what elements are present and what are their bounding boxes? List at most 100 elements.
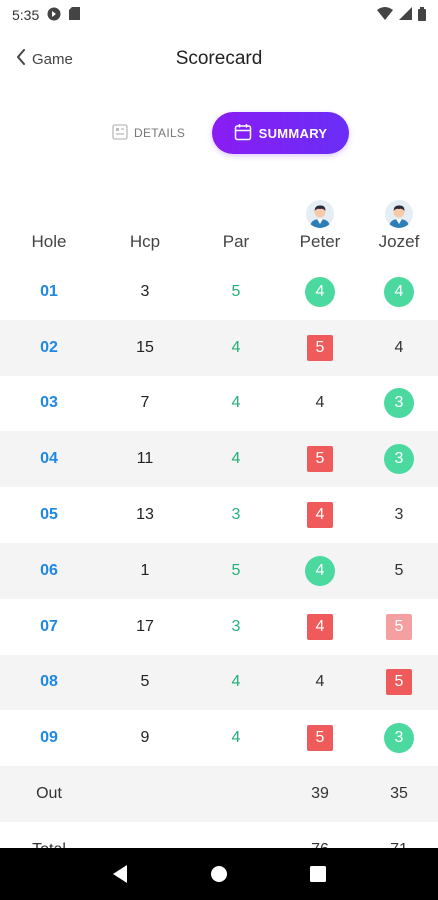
hole-par: 3: [231, 506, 241, 524]
total-row: Out 39 35: [0, 766, 438, 822]
hole-par: 4: [231, 729, 241, 747]
score-marker-bogey: 5: [307, 725, 333, 752]
hole-number: 03: [40, 394, 58, 412]
col-header-hole: Hole: [31, 232, 67, 251]
score-marker-bogey: 5: [307, 446, 333, 473]
hole-number: 07: [40, 617, 58, 635]
score-jozef: 3: [394, 506, 404, 524]
table-row[interactable]: 09 9 4 5 3: [0, 710, 438, 766]
table-row[interactable]: 05 13 3 4 3: [0, 487, 438, 543]
tab-summary-label: SUMMARY: [258, 125, 328, 141]
hole-hcp: 3: [140, 282, 150, 300]
back-button[interactable]: Game: [16, 49, 73, 69]
nav-back-button[interactable]: [100, 854, 140, 894]
table-row[interactable]: 03 7 4 4 3: [0, 376, 438, 432]
hole-par: 5: [231, 282, 241, 300]
score-jozef: 3: [384, 388, 414, 419]
score-marker-birdie: 3: [384, 444, 414, 475]
hole-hcp: 5: [140, 673, 150, 691]
total-peter: 39: [311, 785, 329, 803]
score-marker-bogey: 5: [307, 334, 333, 361]
col-header-par: Par: [222, 232, 250, 251]
view-tabs: DETAILS SUMMARY: [0, 112, 438, 154]
hole-par: 5: [231, 561, 241, 579]
score-jozef: 5: [386, 669, 412, 696]
hole-hcp: 11: [136, 450, 154, 468]
table-row[interactable]: 07 17 3 4 5: [0, 599, 438, 655]
score-marker-birdie: 4: [384, 276, 414, 307]
hole-number: 01: [40, 282, 58, 300]
score-peter: 4: [315, 673, 325, 691]
signal-icon: [399, 7, 412, 23]
battery-icon: [418, 6, 426, 24]
app-notification-icon: [47, 7, 61, 24]
home-circle-icon: [210, 866, 227, 882]
hole-hcp: 9: [140, 729, 150, 747]
col-header-hcp: Hcp: [129, 232, 161, 251]
score-peter: 4: [305, 555, 335, 586]
score-jozef: 4: [384, 276, 414, 307]
hole-number: 08: [40, 673, 58, 691]
app-header: Game Scorecard: [0, 40, 438, 78]
score-peter: 4: [307, 502, 333, 529]
hole-hcp: 17: [136, 617, 154, 635]
score-jozef: 3: [384, 444, 414, 475]
chevron-left-icon: [16, 49, 26, 69]
tab-summary[interactable]: SUMMARY: [212, 112, 349, 154]
avatar: [385, 200, 413, 228]
tab-details-label: DETAILS: [134, 126, 186, 140]
hole-number: 04: [40, 450, 58, 468]
score-marker-bogey-light: 5: [386, 613, 412, 640]
hole-number: 05: [40, 506, 58, 524]
score-peter: 5: [307, 334, 333, 361]
score-jozef: 5: [386, 613, 412, 640]
hole-hcp: 7: [140, 394, 150, 412]
status-time: 5:35: [12, 7, 40, 23]
hole-number: 02: [40, 338, 58, 356]
col-header-player-jozef: Jozef: [378, 232, 420, 251]
hole-hcp: 13: [136, 506, 154, 524]
score-jozef: 4: [394, 338, 404, 356]
column-headers: Hole Hcp Par Peter Jozef: [0, 232, 438, 264]
hole-par: 4: [231, 394, 241, 412]
tab-details[interactable]: DETAILS: [112, 119, 185, 147]
details-icon: [112, 123, 128, 143]
back-triangle-icon: [112, 865, 127, 883]
system-nav-bar: [0, 848, 438, 900]
score-peter: 5: [307, 446, 333, 473]
table-row[interactable]: 06 1 5 4 5: [0, 542, 438, 599]
hole-par: 4: [231, 673, 241, 691]
score-marker-bogey: 4: [307, 502, 333, 529]
nav-home-button[interactable]: [199, 854, 239, 894]
hole-hcp: 15: [136, 338, 154, 356]
scorecard-table: 01 3 5 4 4 02 15 4 5 4 03 7 4 4 3 04 11 4 5 3 05 13 3 4 3 06 1 5 4 5 0…: [0, 264, 438, 878]
score-marker-birdie: 3: [384, 388, 414, 419]
table-row[interactable]: 02 15 4 5 4: [0, 319, 438, 376]
table-row[interactable]: 01 3 5 4 4: [0, 264, 438, 320]
score-peter: 4: [307, 613, 333, 640]
calendar-icon: [234, 123, 252, 144]
recents-square-icon: [310, 866, 327, 882]
sd-card-icon: [69, 7, 81, 23]
nav-recents-button[interactable]: [298, 854, 338, 894]
total-jozef: 35: [390, 785, 408, 803]
back-label: Game: [32, 50, 73, 68]
score-marker-birdie: 4: [305, 555, 335, 586]
score-peter: 4: [305, 276, 335, 307]
hole-hcp: 1: [140, 561, 150, 579]
hole-par: 4: [231, 450, 241, 468]
total-label: Out: [36, 785, 62, 803]
status-bar: 5:35: [0, 0, 438, 30]
hole-par: 4: [231, 338, 241, 356]
score-peter: 5: [307, 725, 333, 752]
score-jozef: 3: [384, 723, 414, 754]
score-jozef: 5: [394, 561, 404, 579]
hole-number: 09: [40, 729, 58, 747]
table-row[interactable]: 04 11 4 5 3: [0, 431, 438, 488]
wifi-icon: [377, 7, 393, 23]
table-row[interactable]: 08 5 4 4 5: [0, 654, 438, 711]
score-marker-bogey: 5: [386, 669, 412, 696]
score-marker-birdie: 4: [305, 276, 335, 307]
avatar: [306, 200, 334, 228]
score-marker-bogey: 4: [307, 613, 333, 640]
